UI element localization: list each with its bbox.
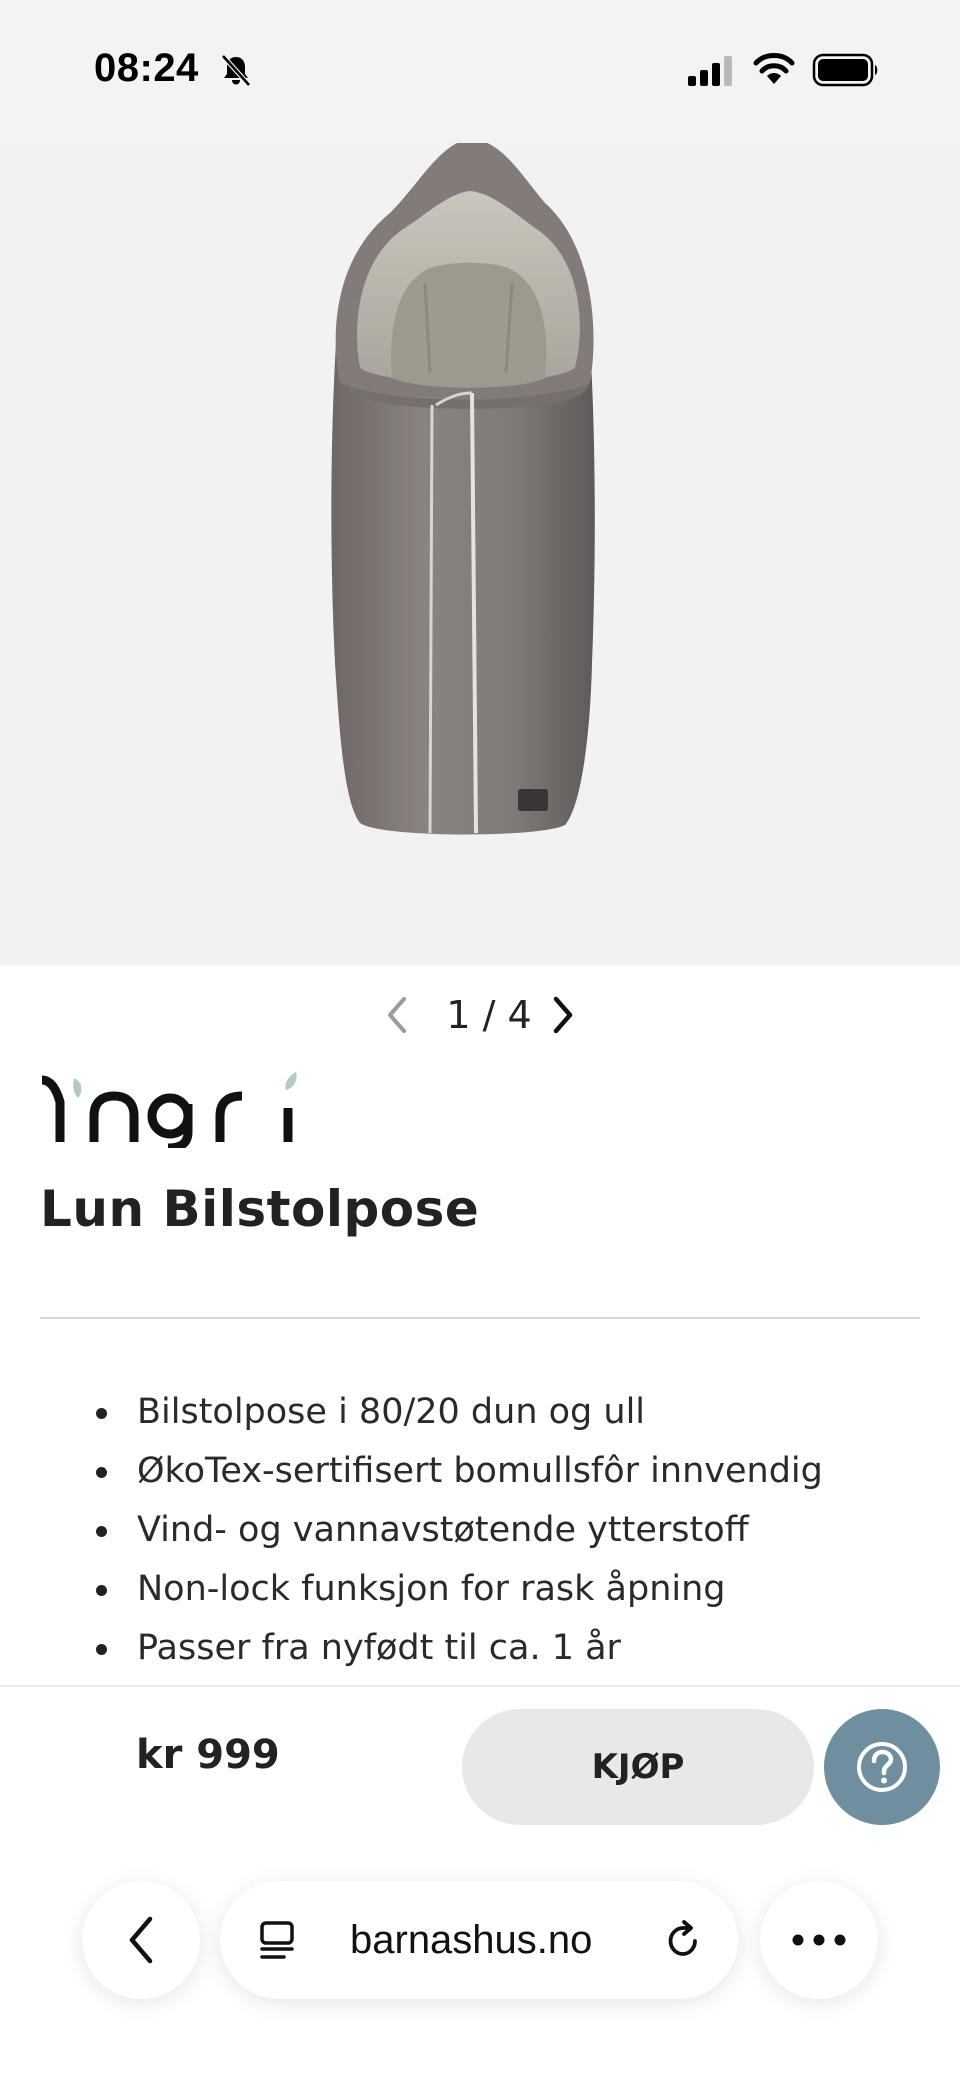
chevron-right-icon[interactable] xyxy=(546,994,580,1036)
feature-item: ØkoTex-sertifisert bomullsfôr innvendig xyxy=(90,1442,950,1501)
brand-logo[interactable] xyxy=(38,1058,308,1148)
signal-icon xyxy=(688,56,732,86)
more-dots-icon xyxy=(792,1934,846,1946)
question-mark-icon xyxy=(857,1742,907,1792)
buy-button[interactable]: KJØP xyxy=(462,1709,814,1825)
chevron-left-icon[interactable] xyxy=(380,994,414,1036)
back-arrow-icon xyxy=(129,1916,153,1964)
bell-slash-icon xyxy=(221,54,251,87)
status-bar: 08:24 xyxy=(0,0,960,143)
image-pager: 1 / 4 xyxy=(0,990,960,1040)
feature-item: Vind- og vannavstøtende ytterstoff xyxy=(90,1501,950,1560)
wifi-icon xyxy=(753,53,795,84)
feature-item: Bilstolpose i 80/20 dun og ull xyxy=(90,1383,950,1442)
address-bar[interactable]: barnashus.no xyxy=(220,1881,738,1999)
feature-item: Passer fra nyfødt til ca. 1 år xyxy=(90,1619,950,1678)
reload-icon[interactable] xyxy=(662,1919,704,1961)
back-button[interactable] xyxy=(82,1881,200,1999)
price: kr 999 xyxy=(136,1732,280,1778)
feature-item: Non-lock funksjon for rask åpning xyxy=(90,1560,950,1619)
url-text[interactable]: barnashus.no xyxy=(350,1881,592,1999)
feature-list: Bilstolpose i 80/20 dun og ull ØkoTex-se… xyxy=(90,1383,950,1678)
browser-toolbar: barnashus.no xyxy=(0,1825,960,2081)
more-button[interactable] xyxy=(760,1881,878,1999)
product-image[interactable] xyxy=(0,143,960,965)
status-time: 08:24 xyxy=(94,46,199,90)
reader-icon[interactable] xyxy=(258,1919,300,1961)
battery-icon xyxy=(812,53,878,87)
product-title: Lun Bilstolpose xyxy=(40,1180,480,1238)
buy-bar: kr 999 KJØP xyxy=(0,1685,960,1825)
help-button[interactable] xyxy=(824,1709,940,1825)
image-counter: 1 / 4 xyxy=(446,993,532,1037)
divider xyxy=(40,1317,920,1319)
footmuff-illustration xyxy=(300,143,620,835)
